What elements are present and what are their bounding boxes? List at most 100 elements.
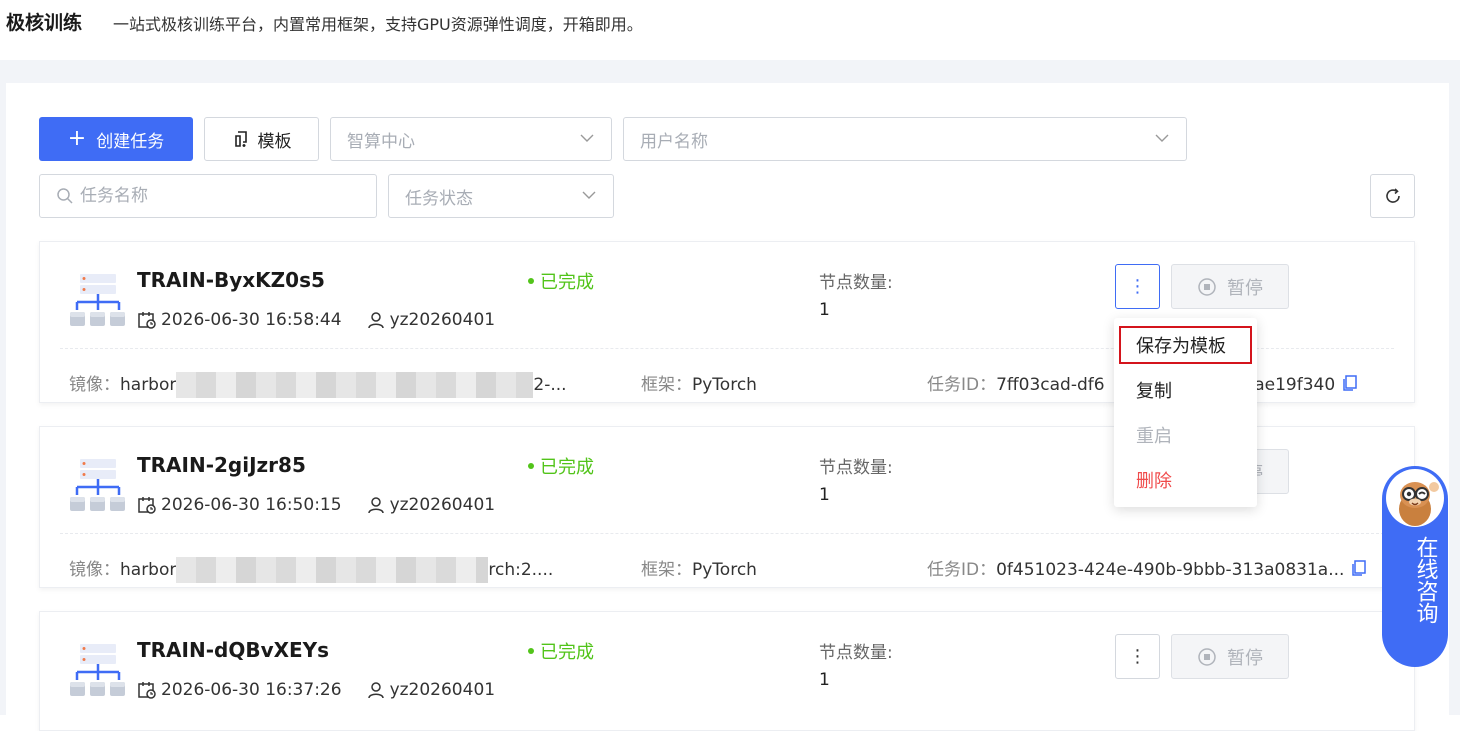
nodes-label: 节点数量: [819, 273, 893, 293]
more-actions-menu: 保存为模板 复制 重启 删除 [1114, 318, 1257, 507]
chevron-down-icon [1155, 134, 1169, 142]
online-consult-widget[interactable]: 在线咨询 [1382, 466, 1448, 667]
framework-field: 框架：PyTorch [641, 370, 757, 395]
mascot-avatar [1386, 469, 1444, 527]
status-text: 已完成 [540, 457, 594, 478]
template-button[interactable]: 模板 [204, 117, 319, 161]
task-status-select[interactable]: 任务状态 [388, 174, 614, 218]
copy-icon[interactable] [1341, 374, 1359, 392]
framework-field: 框架：PyTorch [641, 555, 757, 580]
framework-value: PyTorch [692, 375, 757, 395]
nodes-value: 1 [819, 485, 830, 505]
refresh-icon [1385, 188, 1400, 203]
user-icon [367, 312, 384, 329]
more-actions-button[interactable]: ⋮ [1115, 634, 1160, 679]
task-name[interactable]: TRAIN-ByxKZ0s5 [137, 268, 325, 292]
task-id-label: 任务ID： [927, 560, 997, 580]
blurred-region [176, 372, 534, 398]
server-cluster-icon [68, 272, 126, 332]
create-task-label: 创建任务 [96, 131, 165, 152]
pause-button[interactable]: 暂停 [1171, 634, 1289, 679]
image-label: 镜像： [69, 375, 120, 395]
more-vertical-icon: ⋮ [1128, 646, 1147, 667]
image-suffix: 2-... [533, 375, 567, 395]
image-label: 镜像： [69, 560, 120, 580]
card-divider [60, 533, 1394, 534]
task-user: yz20260401 [389, 310, 496, 330]
page-header: 极核训练 一站式极核训练平台，内置常用框架，支持GPU资源弹性调度，开箱即用。 [0, 0, 1460, 60]
task-status-placeholder: 任务状态 [405, 188, 473, 209]
status-badge: 已完成 [528, 268, 594, 294]
task-user: yz20260401 [389, 680, 496, 700]
blurred-region [176, 557, 489, 583]
refresh-button[interactable] [1370, 174, 1415, 218]
pause-label: 暂停 [1227, 647, 1263, 669]
status-dot [528, 278, 534, 284]
nodes-value: 1 [819, 670, 830, 690]
image-field: 镜像：harbor 2-... [69, 370, 567, 398]
task-time: 2026-06-30 16:58:44 [161, 310, 342, 330]
calendar-clock-icon [138, 682, 156, 699]
chevron-down-icon [580, 134, 594, 142]
image-prefix: harbor [120, 560, 177, 580]
task-user: yz20260401 [389, 495, 496, 515]
template-icon [234, 131, 247, 147]
server-cluster-icon [68, 642, 126, 702]
server-cluster-icon [68, 457, 126, 517]
task-name[interactable]: TRAIN-dQBvXEYs [137, 638, 329, 662]
compute-center-select[interactable]: 智算中心 [330, 117, 612, 161]
more-actions-button[interactable]: ⋮ [1115, 264, 1160, 309]
task-meta: 2026-06-30 16:37:26 yz20260401 [137, 680, 495, 700]
page-title: 极核训练 [6, 12, 83, 34]
task-id-value: 0f451023-424e-490b-9bbb-313a0831a... [996, 560, 1345, 580]
status-dot [528, 648, 534, 654]
task-name-search[interactable] [39, 174, 377, 218]
task-meta: 2026-06-30 16:58:44 yz20260401 [137, 310, 495, 330]
user-name-placeholder: 用户名称 [640, 131, 708, 152]
user-icon [367, 682, 384, 699]
compute-center-placeholder: 智算中心 [347, 131, 415, 152]
menu-item-copy[interactable]: 复制 [1136, 377, 1172, 403]
framework-label: 框架： [641, 560, 692, 580]
chevron-down-icon [582, 191, 596, 199]
user-icon [367, 497, 384, 514]
task-name[interactable]: TRAIN-2giJzr85 [137, 453, 306, 477]
more-vertical-icon: ⋮ [1128, 276, 1147, 297]
image-prefix: harbor [120, 375, 177, 395]
search-icon [57, 188, 73, 204]
task-id-field: 任务ID：0f451023-424e-490b-9bbb-313a0831a..… [927, 555, 1368, 580]
consult-label: 在线咨询 [1412, 536, 1438, 624]
pause-label: 暂停 [1227, 277, 1263, 299]
status-text: 已完成 [540, 642, 594, 663]
image-suffix: rch:2.... [488, 560, 554, 580]
card-footer: 镜像：harbor rch:2.... 框架：PyTorch 任务ID：0f451… [69, 555, 1409, 583]
calendar-clock-icon [138, 497, 156, 514]
task-meta: 2026-06-30 16:50:15 yz20260401 [137, 495, 495, 515]
page-subtitle: 一站式极核训练平台，内置常用框架，支持GPU资源弹性调度，开箱即用。 [113, 15, 643, 34]
nodes-label: 节点数量: [819, 643, 893, 663]
calendar-clock-icon [138, 312, 156, 329]
pause-button[interactable]: 暂停 [1171, 264, 1289, 309]
status-badge: 已完成 [528, 453, 594, 479]
menu-item-restart[interactable]: 重启 [1136, 422, 1172, 448]
nodes-value: 1 [819, 300, 830, 320]
menu-item-save-as-template[interactable]: 保存为模板 [1136, 332, 1226, 358]
create-task-button[interactable]: + 创建任务 [39, 117, 193, 161]
task-id-value: 7ff03cad-df6 [996, 375, 1105, 395]
task-time: 2026-06-30 16:37:26 [161, 680, 342, 700]
copy-icon[interactable] [1350, 559, 1368, 577]
status-dot [528, 463, 534, 469]
menu-item-delete[interactable]: 删除 [1136, 467, 1172, 493]
image-field: 镜像：harbor rch:2.... [69, 555, 553, 583]
framework-value: PyTorch [692, 560, 757, 580]
task-name-input[interactable] [80, 186, 360, 206]
pause-circle-icon [1198, 647, 1216, 666]
plus-icon: + [67, 126, 87, 151]
user-name-select[interactable]: 用户名称 [623, 117, 1187, 161]
task-time: 2026-06-30 16:50:15 [161, 495, 342, 515]
task-id-label: 任务ID： [927, 375, 997, 395]
status-text: 已完成 [540, 272, 594, 293]
task-card: TRAIN-dQBvXEYs 2026-06-30 16:37:26 yz202… [39, 611, 1415, 731]
template-label: 模板 [257, 131, 292, 152]
nodes-label: 节点数量: [819, 458, 893, 478]
